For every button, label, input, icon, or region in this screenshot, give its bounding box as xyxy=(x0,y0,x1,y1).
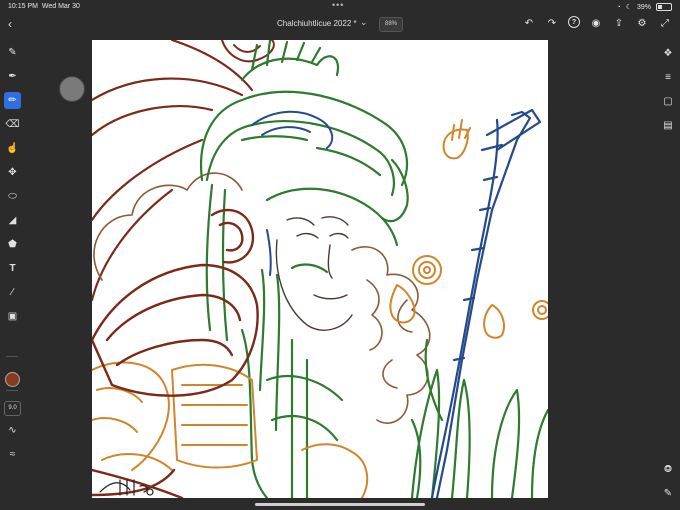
battery-icon xyxy=(656,3,672,11)
pen-input-icon[interactable]: ✎ xyxy=(661,486,675,500)
help-icon[interactable]: ? xyxy=(568,16,580,28)
back-button[interactable]: ‹ xyxy=(8,17,12,31)
live-brush-icon[interactable]: ✒ xyxy=(4,68,21,85)
shape-icon[interactable]: ⬟ xyxy=(4,236,21,253)
smoothing-icon[interactable]: ∿ xyxy=(4,422,21,439)
pixel-brush-icon[interactable]: ✎ xyxy=(4,44,21,61)
place-image-icon[interactable]: ▣ xyxy=(4,308,21,325)
sword-outline xyxy=(430,108,542,498)
document-title[interactable]: Chalchiuhtlicue 2022 * xyxy=(277,19,357,28)
settings-gear-icon[interactable]: ⚙ xyxy=(635,16,649,30)
crest-lines xyxy=(221,40,275,63)
eraser-icon[interactable]: ⌫ xyxy=(4,116,21,133)
fullscreen-icon[interactable]: ⤢ xyxy=(658,16,672,30)
vector-brush-icon[interactable]: ✏ xyxy=(4,92,21,109)
status-bar: 10:15 PM Wed Mar 30 ••• ◔ ☾ 39% xyxy=(0,0,680,14)
home-indicator[interactable] xyxy=(255,503,425,506)
account-icon[interactable]: ◉ xyxy=(589,16,603,30)
layer-properties-icon[interactable]: ≡ xyxy=(661,70,675,84)
share-icon[interactable]: ⇪ xyxy=(612,16,626,30)
helmet-lines xyxy=(200,40,548,498)
smudge-icon[interactable]: ☝ xyxy=(4,140,21,157)
multitasking-dots[interactable]: ••• xyxy=(332,0,344,10)
toolbar-divider xyxy=(6,356,18,357)
fill-bucket-icon[interactable]: ◢ xyxy=(4,212,21,229)
brush-settings-icon[interactable]: ≈ xyxy=(4,446,21,463)
wifi-icon: ◔ xyxy=(616,3,621,11)
headdress-strands xyxy=(92,40,254,302)
status-indicators: ◔ ☾ 39% xyxy=(616,3,672,11)
brush-size-preview xyxy=(59,76,85,102)
armor-lines xyxy=(92,119,548,498)
eyedropper-icon[interactable]: ∕ xyxy=(4,284,21,301)
chevron-down-icon[interactable]: ⌄ xyxy=(360,17,368,28)
artist-signature xyxy=(99,479,154,496)
redo-icon[interactable]: ↷ xyxy=(545,16,559,30)
app-top-bar: ‹ Chalchiuhtlicue 2022 * ⌄ 88% ↶ ↷ ? ◉ ⇪… xyxy=(0,14,680,36)
battery-percent: 39% xyxy=(636,3,651,11)
current-color-swatch[interactable] xyxy=(5,372,20,387)
lasso-icon[interactable]: ⬭ xyxy=(4,188,21,205)
hair-outline xyxy=(93,172,431,424)
right-toolbar: ❖ ≡ ▢ ▤ ⭗ ✎ xyxy=(656,38,680,510)
move-icon[interactable]: ✥ xyxy=(4,164,21,181)
comments-icon[interactable]: ▤ xyxy=(661,118,675,132)
left-toolbar: ✎ ✒ ✏ ⌫ ☝ ✥ ⬭ ◢ ⬟ T ∕ ▣ 9.0 ∿ ≈ xyxy=(0,38,24,510)
status-time-date: 10:15 PM Wed Mar 30 xyxy=(8,3,80,10)
brush-size-badge[interactable]: 9.0 xyxy=(4,401,21,416)
moon-icon: ☾ xyxy=(625,4,632,11)
toolbar-divider xyxy=(6,390,18,391)
zoom-level-button[interactable]: 88% xyxy=(379,17,403,32)
artwork-line-drawing xyxy=(92,40,548,498)
undo-icon[interactable]: ↶ xyxy=(522,16,536,30)
layers-icon[interactable]: ❖ xyxy=(661,46,675,60)
select-icon[interactable]: ▢ xyxy=(661,94,675,108)
drawing-canvas[interactable] xyxy=(92,40,548,498)
type-icon[interactable]: T xyxy=(4,260,21,277)
face-lines xyxy=(275,216,353,331)
timelapse-icon[interactable]: ⭗ xyxy=(661,462,675,476)
top-toolbar-icons: ↶ ↷ ? ◉ ⇪ ⚙ ⤢ xyxy=(522,16,672,30)
